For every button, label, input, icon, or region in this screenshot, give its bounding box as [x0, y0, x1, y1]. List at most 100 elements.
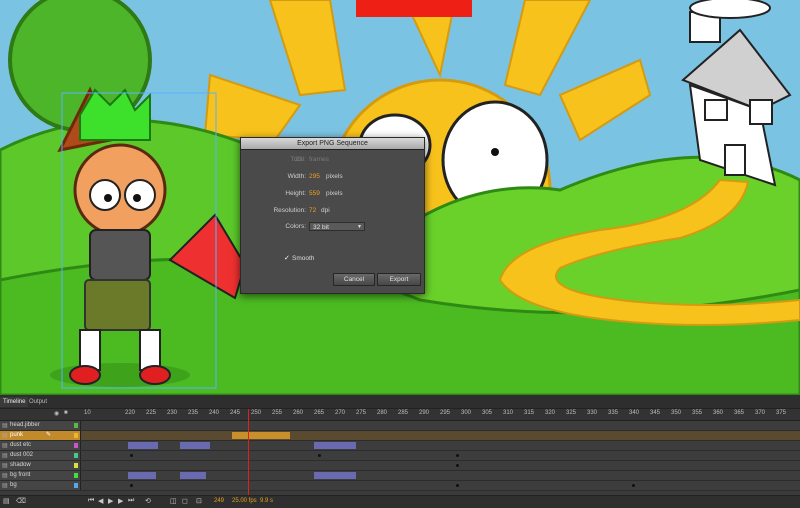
tween-span[interactable]	[232, 432, 290, 439]
layer-color-swatch[interactable]	[74, 423, 78, 428]
keyframe[interactable]	[456, 464, 459, 467]
colors-label: Colors:	[285, 223, 306, 230]
ruler-tick: 325	[566, 410, 577, 416]
layer-icon: ▤	[2, 453, 8, 459]
layer-row[interactable]: ▤ dust etc	[0, 441, 800, 451]
layer-row[interactable]: ▤ dust 002	[0, 451, 800, 461]
colors-select[interactable]: 32 bit ▼	[309, 222, 365, 231]
tween-span[interactable]	[128, 442, 158, 449]
tween-span[interactable]	[180, 442, 210, 449]
new-layer-icon[interactable]: ▤	[3, 497, 10, 505]
keyframe[interactable]	[130, 484, 133, 487]
export-button[interactable]: Export	[377, 273, 421, 286]
ruler-tick: 310	[503, 410, 514, 416]
pencil-icon[interactable]: ✎	[46, 431, 51, 438]
ruler-tick: 295	[440, 410, 451, 416]
layer-row[interactable]: ▤ bg	[0, 481, 800, 491]
tween-span[interactable]	[128, 472, 156, 479]
keyframe[interactable]	[318, 454, 321, 457]
layer-name-cell: ▤ bg	[0, 481, 81, 490]
colors-row: Colors: 32 bit ▼	[241, 222, 424, 232]
loop-icon[interactable]: ⟲	[145, 497, 151, 505]
height-row: Height: 559 pixels	[241, 189, 424, 199]
ruler-tick: 235	[188, 410, 199, 416]
resolution-row: Resolution: 72 dpi	[241, 206, 424, 216]
edit-multiple-icon[interactable]: ⊡	[196, 497, 202, 505]
red-block	[356, 0, 472, 17]
ruler-tick: 300	[461, 410, 472, 416]
last-frame-icon[interactable]: ⏭	[128, 497, 134, 505]
step-forward-icon[interactable]: ▶	[118, 497, 123, 505]
total-unit: frames	[309, 156, 329, 163]
ruler-tick: 280	[377, 410, 388, 416]
ruler-tick: 360	[713, 410, 724, 416]
keyframe[interactable]	[130, 454, 133, 457]
tween-span[interactable]	[314, 472, 356, 479]
layer-row[interactable]: ▤ shadow	[0, 461, 800, 471]
layer-row[interactable]: ▤ head.jibber	[0, 421, 800, 431]
layer-icon: ▤	[2, 433, 8, 439]
tween-span[interactable]	[180, 472, 206, 479]
current-frame[interactable]: 249	[214, 498, 224, 504]
width-label: Width:	[287, 173, 306, 180]
layer-name: dust etc	[10, 442, 32, 448]
layer-icon: ▤	[2, 463, 8, 469]
layer-color-swatch[interactable]	[74, 453, 78, 458]
ruler-tick: 335	[608, 410, 619, 416]
resolution-unit: dpi	[321, 207, 330, 214]
export-png-dialog: Export PNG Sequence Total: 22 frames Wid…	[240, 137, 425, 294]
onion-outline-icon[interactable]: ◻	[182, 497, 188, 505]
stage-canvas[interactable]: Export PNG Sequence Total: 22 frames Wid…	[0, 0, 800, 395]
frame-ruler[interactable]: ◉ ■ 10 220 225 230 235 240 245 250 255 2…	[0, 409, 800, 421]
chevron-down-icon: ▼	[357, 224, 362, 230]
keyframe[interactable]	[456, 484, 459, 487]
width-field[interactable]: 295	[309, 172, 320, 182]
layer-name: shadow	[10, 462, 31, 468]
tab-output[interactable]: Output	[26, 397, 50, 407]
cancel-button[interactable]: Cancel	[333, 273, 375, 286]
ruler-tick: 355	[692, 410, 703, 416]
ruler-tick: 290	[419, 410, 430, 416]
ruler-tick: 285	[398, 410, 409, 416]
panel-tabs: Timeline Output	[0, 395, 800, 409]
layer-name-cell: ▤ shadow	[0, 461, 81, 470]
first-frame-icon[interactable]: ⏮	[88, 497, 94, 505]
layer-color-swatch[interactable]	[74, 483, 78, 488]
tween-span[interactable]	[314, 442, 356, 449]
layer-name-cell: ▤ punk ✎	[0, 431, 81, 440]
layer-name: bg	[10, 482, 17, 488]
smooth-checkbox[interactable]: ✓ Smooth	[284, 254, 314, 264]
layer-color-swatch[interactable]	[74, 463, 78, 468]
layer-name: punk	[10, 432, 24, 438]
layer-row[interactable]: ▤ bg front	[0, 471, 800, 481]
trash-icon[interactable]: ⌫	[16, 497, 26, 505]
keyframe[interactable]	[456, 454, 459, 457]
layer-color-swatch[interactable]	[74, 443, 78, 448]
layer-color-swatch[interactable]	[74, 433, 78, 438]
layer-name-cell: ▤ bg front	[0, 471, 81, 480]
playhead[interactable]	[248, 409, 249, 495]
play-icon[interactable]: ▶	[108, 497, 113, 505]
layer-name-cell: ▤ dust etc	[0, 441, 81, 450]
frame-rate[interactable]: 25.00 fps	[232, 498, 257, 504]
resolution-field[interactable]: 72	[309, 206, 316, 216]
ruler-tick: 340	[629, 410, 640, 416]
tab-timeline[interactable]: Timeline	[0, 397, 29, 407]
lock-icon[interactable]: ■	[64, 410, 68, 416]
layer-row[interactable]: ▤ punk ✎	[0, 431, 800, 441]
layer-icon: ▤	[2, 423, 8, 429]
layer-name: dust 002	[10, 452, 34, 458]
onion-skin-icon[interactable]: ◫	[170, 497, 177, 505]
height-unit: pixels	[326, 190, 343, 197]
ruler-tick: 375	[776, 410, 787, 416]
step-back-icon[interactable]: ◀	[98, 497, 103, 505]
colors-value: 32 bit	[313, 224, 329, 231]
layer-color-swatch[interactable]	[74, 473, 78, 478]
height-field[interactable]: 559	[309, 189, 320, 199]
eye-icon[interactable]: ◉	[54, 410, 59, 417]
layer-name-cell: ▤ head.jibber	[0, 421, 81, 430]
dialog-title[interactable]: Export PNG Sequence	[241, 138, 424, 150]
elapsed-time: 9.9 s	[260, 498, 274, 504]
width-unit: pixels	[326, 173, 343, 180]
keyframe[interactable]	[632, 484, 635, 487]
